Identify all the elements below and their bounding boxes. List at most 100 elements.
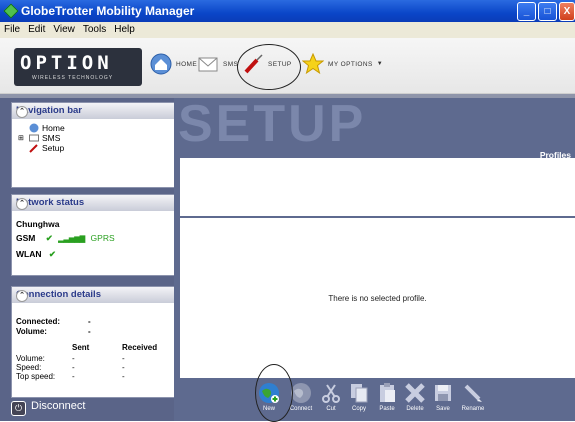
rename-label: Rename	[461, 406, 485, 412]
pen-icon	[464, 384, 482, 402]
row-label: Top speed:	[16, 372, 56, 381]
collapse-icon[interactable]: ⌃	[16, 106, 28, 118]
table-row: Volume: - -	[16, 354, 170, 363]
disconnect-button[interactable]: ⏻ Disconnect	[11, 400, 85, 416]
navigation-panel: Navigation bar ⌃ Home ⊞ SMS Setup	[11, 102, 175, 188]
navigation-panel-header[interactable]: Navigation bar ⌃	[12, 103, 174, 119]
navigation-tree: Home ⊞ SMS Setup	[12, 119, 174, 153]
delete-x-icon	[405, 383, 425, 403]
operator-name: Chunghwa	[16, 219, 60, 229]
paste-button[interactable]: Paste	[372, 382, 402, 412]
paste-label: Paste	[379, 406, 395, 412]
gprs-label: GPRS	[90, 233, 115, 243]
row-sent: -	[72, 372, 75, 381]
connect-button[interactable]: Connect	[286, 382, 316, 412]
connection-details-panel: Connection details ⌃ Connected: - Volume…	[11, 286, 175, 398]
new-button[interactable]: New	[254, 382, 284, 412]
scissors-icon	[322, 384, 340, 403]
row-label: Speed:	[16, 363, 42, 372]
tree-item-home[interactable]: Home	[18, 123, 174, 133]
envelope-icon	[198, 57, 218, 72]
table-row: Speed: - -	[16, 363, 170, 372]
tree-item-label: Setup	[42, 143, 65, 153]
row-received: -	[122, 354, 125, 363]
clipboard-icon	[380, 383, 395, 402]
empty-message: There is no selected profile.	[328, 294, 427, 303]
logo-text: OPTION	[20, 52, 113, 74]
page-title: SETUP	[178, 95, 367, 153]
tree-item-label: SMS	[42, 133, 61, 143]
close-button[interactable]: X	[559, 2, 575, 21]
col-received: Received	[122, 343, 158, 352]
volume-row: Volume: -	[16, 327, 170, 337]
window-controls: _ □ X	[515, 2, 575, 21]
network-status-header[interactable]: Network status ⌃	[12, 195, 174, 211]
delete-button[interactable]: Delete	[400, 382, 430, 412]
row-sent: -	[72, 354, 75, 363]
toolbar-my-options-button[interactable]: My Options ▼	[302, 52, 383, 76]
connected-row: Connected: -	[16, 317, 170, 327]
gsm-row: GSM ✔ ▂▃▅▆▇ GPRS	[16, 231, 170, 247]
collapse-icon[interactable]: ⌃	[16, 198, 28, 210]
network-status-panel: Network status ⌃ Chunghwa GSM ✔ ▂▃▅▆▇ GP…	[11, 194, 175, 276]
option-logo: OPTION WIRELESS TECHNOLOGY	[14, 48, 142, 86]
title-bar: GlobeTrotter Mobility Manager _ □ X	[0, 0, 575, 22]
collapse-icon[interactable]: ⌃	[16, 290, 28, 302]
wlan-label: WLAN	[16, 249, 42, 259]
envelope-icon	[29, 134, 39, 142]
row-received: -	[122, 372, 125, 381]
globe-icon	[259, 383, 279, 403]
screwdriver-icon	[29, 144, 38, 153]
row-sent: -	[72, 363, 75, 372]
wlan-row: WLAN ✔	[16, 247, 170, 261]
connection-details-header[interactable]: Connection details ⌃	[12, 287, 174, 303]
screwdriver-icon	[244, 54, 263, 74]
sms-label: SMS	[223, 60, 239, 68]
rename-button[interactable]: Rename	[458, 382, 488, 412]
profile-details: There is no selected profile.	[180, 218, 575, 378]
toolbar-home-button[interactable]: Home	[150, 52, 197, 76]
menu-tools[interactable]: Tools	[79, 22, 110, 35]
signal-bars-icon: ▂▃▅▆▇	[58, 236, 86, 243]
main-toolbar: OPTION WIRELESS TECHNOLOGY Home SMS Setu…	[0, 38, 575, 94]
power-icon: ⏻	[11, 401, 26, 416]
logo-tagline: WIRELESS TECHNOLOGY	[32, 75, 114, 81]
menu-edit[interactable]: Edit	[24, 22, 49, 35]
my-options-label: My Options	[328, 60, 373, 68]
cut-button[interactable]: Cut	[316, 382, 346, 412]
connected-label: Connected:	[16, 317, 60, 326]
floppy-disk-icon	[435, 385, 451, 401]
check-icon: ✔	[45, 233, 53, 243]
home-label: Home	[176, 60, 198, 68]
network-status-body: Chunghwa GSM ✔ ▂▃▅▆▇ GPRS WLAN ✔	[12, 211, 174, 267]
minimize-button[interactable]: _	[517, 2, 536, 21]
volume-label: Volume:	[16, 327, 47, 336]
main-pane: SETUP Profiles There is no selected prof…	[174, 98, 575, 421]
gsm-label: GSM	[16, 233, 36, 243]
tree-item-label: Home	[42, 123, 65, 133]
copy-button[interactable]: Copy	[344, 382, 374, 412]
disconnect-label: Disconnect	[31, 400, 86, 412]
toolbar-sms-button[interactable]: SMS	[197, 52, 238, 76]
connection-table-header: Sent Received	[16, 343, 170, 354]
row-label: Volume:	[16, 354, 45, 363]
home-icon	[29, 123, 39, 133]
menu-view[interactable]: View	[49, 22, 79, 35]
app-icon	[3, 3, 19, 19]
profiles-list[interactable]	[180, 158, 575, 216]
delete-label: Delete	[406, 406, 424, 412]
chevron-down-icon: ▼	[376, 61, 384, 67]
connection-details-title: Connection details	[16, 289, 101, 300]
cut-label: Cut	[326, 406, 336, 412]
left-pane: Navigation bar ⌃ Home ⊞ SMS Setup Networ…	[0, 98, 175, 421]
setup-label: Setup	[268, 60, 292, 68]
tree-item-sms[interactable]: ⊞ SMS	[18, 133, 174, 143]
toolbar-setup-button[interactable]: Setup	[242, 52, 292, 76]
save-button[interactable]: Save	[428, 382, 458, 412]
volume-value: -	[88, 327, 91, 336]
maximize-button[interactable]: □	[538, 2, 557, 21]
tree-item-setup[interactable]: Setup	[18, 143, 174, 153]
save-label: Save	[436, 406, 450, 412]
menu-file[interactable]: File	[0, 22, 24, 35]
menu-help[interactable]: Help	[110, 22, 139, 35]
